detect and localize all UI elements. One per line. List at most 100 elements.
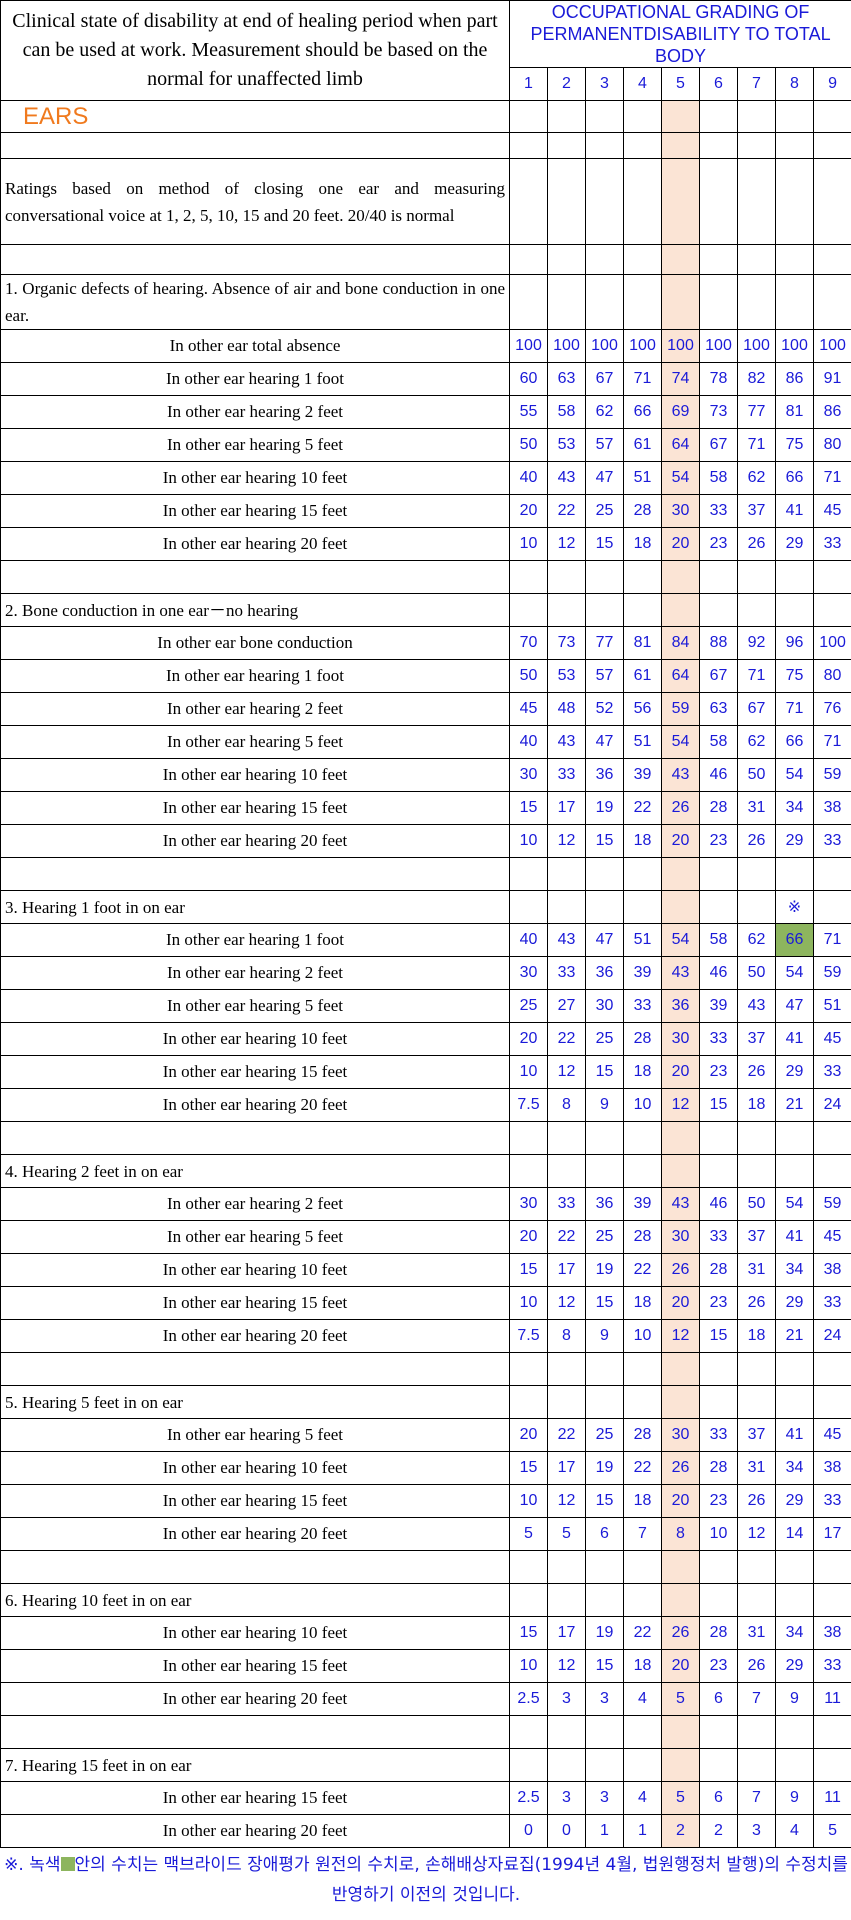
value-cell: 86 <box>775 362 814 396</box>
value-cell: 12 <box>661 1088 700 1122</box>
table-row: In other ear hearing 10 feet 30 33 36 39 43 46… <box>0 758 851 792</box>
value-cell: 33 <box>547 758 586 792</box>
value-cell: 18 <box>623 1286 662 1320</box>
value-cell: 10 <box>509 1286 548 1320</box>
value-cell: 58 <box>547 395 586 429</box>
green-square-icon <box>60 1856 75 1871</box>
value-cell: 22 <box>547 1418 586 1452</box>
section-title: EARS <box>0 100 510 133</box>
footnote-prefix: ※. 녹색 <box>4 1854 61 1875</box>
value-cell: 2.5 <box>509 1682 548 1716</box>
value-cell: 7 <box>737 1682 776 1716</box>
value-cell: 31 <box>737 1616 776 1650</box>
value-cell: 36 <box>661 989 700 1023</box>
value-cell: 67 <box>699 659 738 693</box>
value-cell: 9 <box>775 1781 814 1815</box>
value-cell: 40 <box>509 461 548 495</box>
value-cell: 34 <box>775 1253 814 1287</box>
row-label: In other ear hearing 15 feet <box>0 494 510 528</box>
table-row: In other ear hearing 20 feet 5 5 6 7 8 10 12 14 1… <box>0 1517 851 1551</box>
value-cell: 54 <box>661 923 700 957</box>
spacer-row <box>0 560 851 594</box>
value-cell: 66 <box>623 395 662 429</box>
table-row: In other ear hearing 5 feet 20 22 25 28 30 33 3… <box>0 1418 851 1452</box>
value-cell: 51 <box>623 725 662 759</box>
value-cell: 12 <box>547 1484 586 1518</box>
value-cell: 30 <box>661 1022 700 1056</box>
value-cell: 26 <box>661 1451 700 1485</box>
footnote: ※. 녹색 안의 수치는 맥브라이드 장애평가 원전의 수치로, 손해배상자료집(… <box>1 1848 851 1912</box>
table-row: In other ear hearing 20 feet 10 12 15 18 20 23… <box>0 824 851 858</box>
table-row: In other ear hearing 5 feet 40 43 47 51 54 58 6… <box>0 725 851 759</box>
row-label: In other ear hearing 1 foot <box>0 659 510 693</box>
value-cell: 43 <box>737 989 776 1023</box>
table-row: In other ear hearing 1 foot 50 53 57 61 64 67 7… <box>0 659 851 693</box>
intro-text: Ratings based on method of closing one e… <box>0 158 510 245</box>
value-cell: 60 <box>509 362 548 396</box>
value-cell: 23 <box>699 1055 738 1089</box>
table-row: In other ear hearing 2 feet 55 58 62 66 69 73 7… <box>0 395 851 429</box>
value-cell: 34 <box>775 791 814 825</box>
table-row: In other ear hearing 10 feet 15 17 19 22 26 28… <box>0 1253 851 1287</box>
value-cell: 41 <box>775 494 814 528</box>
value-cell: 29 <box>775 1055 814 1089</box>
table-row: In other ear hearing 15 feet 10 12 15 18 20 23… <box>0 1286 851 1320</box>
value-cell: 18 <box>623 1055 662 1089</box>
value-cell: 62 <box>737 923 776 957</box>
value-cell: 10 <box>699 1517 738 1551</box>
value-cell: 4 <box>623 1781 662 1815</box>
value-cell: 100 <box>509 329 548 363</box>
value-cell: 76 <box>812 692 851 726</box>
value-cell: 70 <box>509 626 548 660</box>
value-cell: 34 <box>775 1616 814 1650</box>
value-cell: 62 <box>585 395 624 429</box>
value-cell: 22 <box>623 791 662 825</box>
value-cell: 28 <box>699 1253 738 1287</box>
value-cell: 20 <box>509 1022 548 1056</box>
value-cell: 71 <box>737 659 776 693</box>
spacer-row <box>0 244 851 275</box>
value-cell: 22 <box>623 1451 662 1485</box>
value-cell: 31 <box>737 1253 776 1287</box>
value-cell: 50 <box>509 659 548 693</box>
group-title-row: 7. Hearing 15 feet in on ear <box>0 1748 851 1782</box>
row-label: In other ear hearing 1 foot <box>0 923 510 957</box>
value-cell: 100 <box>812 626 851 660</box>
value-cell: 38 <box>812 1451 851 1485</box>
value-cell: 17 <box>547 1451 586 1485</box>
row-label: In other ear hearing 2 feet <box>0 1187 510 1221</box>
value-cell: 61 <box>623 428 662 462</box>
value-cell: 61 <box>623 659 662 693</box>
value-cell: 36 <box>585 1187 624 1221</box>
value-cell: 33 <box>812 1055 851 1089</box>
value-cell: 30 <box>509 1187 548 1221</box>
value-cell: 75 <box>775 659 814 693</box>
value-cell: 74 <box>661 362 700 396</box>
value-cell: 20 <box>509 1418 548 1452</box>
value-cell: 12 <box>547 824 586 858</box>
spacer-row <box>0 132 851 159</box>
value-cell: 28 <box>623 1418 662 1452</box>
value-cell: 71 <box>623 362 662 396</box>
value-cell: 22 <box>547 1220 586 1254</box>
value-cell: 88 <box>699 626 738 660</box>
value-cell: 3 <box>547 1682 586 1716</box>
value-cell: 66 <box>775 461 814 495</box>
group-title-row: 5. Hearing 5 feet in on ear <box>0 1385 851 1419</box>
value-cell: 71 <box>737 428 776 462</box>
value-cell: 25 <box>585 1418 624 1452</box>
value-cell: 39 <box>623 758 662 792</box>
value-cell: 45 <box>812 1418 851 1452</box>
value-cell: 25 <box>585 494 624 528</box>
value-cell: 30 <box>661 1418 700 1452</box>
row-label: In other ear hearing 5 feet <box>0 725 510 759</box>
value-cell: 11 <box>812 1781 851 1815</box>
value-cell: 33 <box>812 1484 851 1518</box>
value-cell: 10 <box>623 1319 662 1353</box>
value-cell: 29 <box>775 527 814 561</box>
value-cell: 20 <box>661 1055 700 1089</box>
table-row: In other ear hearing 15 feet 10 12 15 18 20 23… <box>0 1649 851 1683</box>
value-cell: 15 <box>585 1484 624 1518</box>
value-cell: 50 <box>737 1187 776 1221</box>
value-cell: 33 <box>699 1418 738 1452</box>
